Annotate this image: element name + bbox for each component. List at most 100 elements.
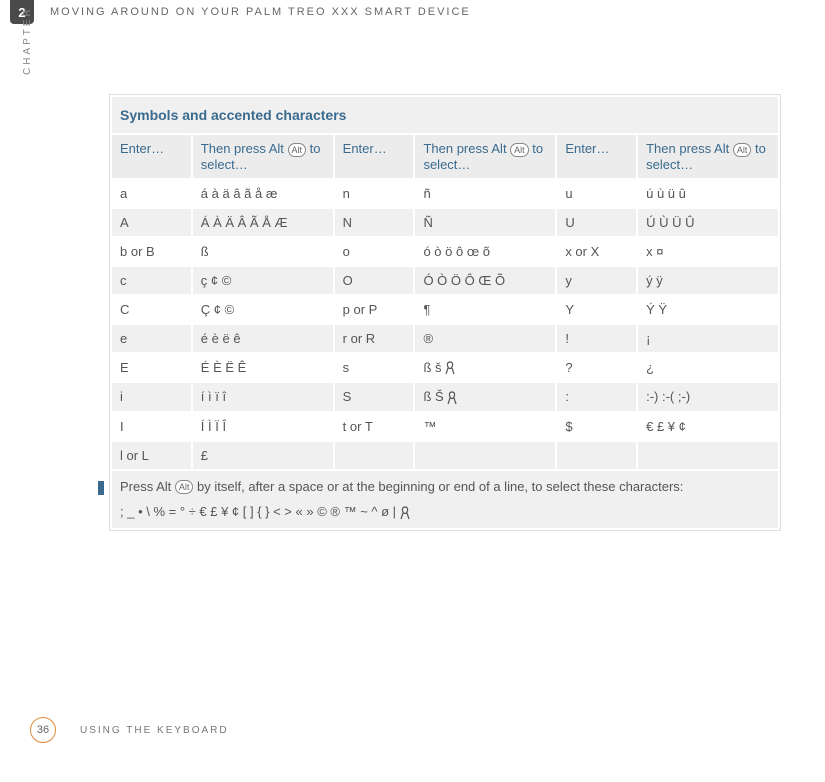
- cell-select: ç ¢ ©: [193, 267, 333, 294]
- table-row: aá à ä â ã å ænñuú ù ü û: [112, 180, 778, 207]
- cell-enter: s: [335, 354, 414, 382]
- cell-select: Ñ: [415, 209, 555, 236]
- cell-enter: i: [112, 383, 191, 411]
- cell-enter: I: [112, 413, 191, 440]
- cell-enter: O: [335, 267, 414, 294]
- cell-select: Ú Ù Ü Û: [638, 209, 778, 236]
- cell-select: £: [193, 442, 333, 469]
- footnote-post: by itself, after a space or at the begin…: [193, 479, 683, 494]
- table-row: eé è ë êr or R®! ¡: [112, 325, 778, 352]
- ribbon-icon: [447, 391, 457, 405]
- cell-select: x ¤: [638, 238, 778, 265]
- footnote-pre: Press Alt: [120, 479, 175, 494]
- cell-select: ®: [415, 325, 555, 352]
- table-title: Symbols and accented characters: [112, 97, 778, 133]
- cell-select: Ý Ÿ: [638, 296, 778, 323]
- table-row: EÉ È Ë Êsß š ? ¿: [112, 354, 778, 382]
- cell-enter: S: [335, 383, 414, 411]
- cell-enter: p or P: [335, 296, 414, 323]
- cell-enter: Y: [557, 296, 636, 323]
- cell-select: é è ë ê: [193, 325, 333, 352]
- cell-enter: E: [112, 354, 191, 382]
- alt-key-icon: Alt: [175, 480, 194, 494]
- cell-enter: [557, 442, 636, 469]
- chapter-side-label: CHAPTER: [22, 6, 33, 75]
- table-row: IÍ Ì Ï Ît or T™$€ £ ¥ ¢: [112, 413, 778, 440]
- cell-select: ™: [415, 413, 555, 440]
- cell-enter: ?: [557, 354, 636, 382]
- table-row: AÁ À Ä Â Ã Å ÆNÑUÚ Ù Ü Û: [112, 209, 778, 236]
- cell-enter: !: [557, 325, 636, 352]
- cell-enter: x or X: [557, 238, 636, 265]
- cell-select: ý ÿ: [638, 267, 778, 294]
- table-row: cç ¢ ©OÓ Ò Ö Ô Œ Õy ý ÿ: [112, 267, 778, 294]
- cell-enter: a: [112, 180, 191, 207]
- table-row: ií ì ï îSß Š ::-) :-( ;-): [112, 383, 778, 411]
- page-number-badge: 36: [30, 717, 56, 743]
- cell-select: € £ ¥ ¢: [638, 413, 778, 440]
- col-header-enter: Enter…: [335, 135, 414, 178]
- ribbon-icon: [400, 506, 410, 520]
- cell-enter: [335, 442, 414, 469]
- head-select-pre: Then press Alt: [201, 141, 288, 156]
- cell-select: :-) :-( ;-): [638, 383, 778, 411]
- cell-enter: c: [112, 267, 191, 294]
- col-header-select: Then press Alt Alt to select…: [415, 135, 555, 178]
- cell-select: ñ: [415, 180, 555, 207]
- cell-select: Í Ì Ï Î: [193, 413, 333, 440]
- cell-enter: t or T: [335, 413, 414, 440]
- footnote-line-2: ; _ • \ % = ° ÷ € £ ¥ ¢ [ ] { } < > « » …: [120, 502, 770, 522]
- cell-enter: r or R: [335, 325, 414, 352]
- cell-enter: U: [557, 209, 636, 236]
- footnote-row: Press Alt Alt by itself, after a space o…: [112, 471, 778, 528]
- cell-select: ß: [193, 238, 333, 265]
- cell-select: Á À Ä Â Ã Å Æ: [193, 209, 333, 236]
- cell-enter: :: [557, 383, 636, 411]
- cell-select: [638, 442, 778, 469]
- cell-select: ß Š: [415, 383, 555, 411]
- cell-enter: u: [557, 180, 636, 207]
- table-title-row: Symbols and accented characters: [112, 97, 778, 133]
- cell-select: [415, 442, 555, 469]
- symbols-table: Symbols and accented characters Enter… T…: [110, 95, 780, 530]
- col-header-select: Then press Alt Alt to select…: [193, 135, 333, 178]
- cell-select: ú ù ü û: [638, 180, 778, 207]
- footer-section-label: USING THE KEYBOARD: [80, 725, 229, 736]
- cell-select: ó ò ö ô œ õ: [415, 238, 555, 265]
- cell-enter: o: [335, 238, 414, 265]
- ribbon-icon: [445, 361, 455, 375]
- cell-select: á à ä â ã å æ: [193, 180, 333, 207]
- cell-enter: C: [112, 296, 191, 323]
- cell-select: Ç ¢ ©: [193, 296, 333, 323]
- cell-select: ¡: [638, 325, 778, 352]
- cell-enter: b or B: [112, 238, 191, 265]
- table-row: b or Bßoó ò ö ô œ õx or Xx ¤: [112, 238, 778, 265]
- cell-select: í ì ï î: [193, 383, 333, 411]
- alt-key-icon: Alt: [288, 143, 307, 157]
- table-row: CÇ ¢ ©p or P¶Y Ý Ÿ: [112, 296, 778, 323]
- page-header-title: MOVING AROUND ON YOUR PALM TREO XXX SMAR…: [50, 6, 471, 18]
- footnote-line-1: Press Alt Alt by itself, after a space o…: [120, 477, 770, 497]
- cell-enter: e: [112, 325, 191, 352]
- cell-select: ¶: [415, 296, 555, 323]
- head-select-pre: Then press Alt: [646, 141, 733, 156]
- table-row: l or L£: [112, 442, 778, 469]
- footnote-marker-icon: [98, 481, 104, 495]
- col-header-enter: Enter…: [557, 135, 636, 178]
- cell-select: ¿: [638, 354, 778, 382]
- table-header-row: Enter… Then press Alt Alt to select… Ent…: [112, 135, 778, 178]
- alt-key-icon: Alt: [733, 143, 752, 157]
- col-header-select: Then press Alt Alt to select…: [638, 135, 778, 178]
- col-header-enter: Enter…: [112, 135, 191, 178]
- cell-select: É È Ë Ê: [193, 354, 333, 382]
- cell-enter: y: [557, 267, 636, 294]
- cell-select: Ó Ò Ö Ô Œ Õ: [415, 267, 555, 294]
- alt-key-icon: Alt: [510, 143, 529, 157]
- cell-enter: N: [335, 209, 414, 236]
- cell-enter: A: [112, 209, 191, 236]
- head-select-pre: Then press Alt: [423, 141, 510, 156]
- cell-enter: l or L: [112, 442, 191, 469]
- cell-select: ß š: [415, 354, 555, 382]
- cell-enter: n: [335, 180, 414, 207]
- cell-enter: $: [557, 413, 636, 440]
